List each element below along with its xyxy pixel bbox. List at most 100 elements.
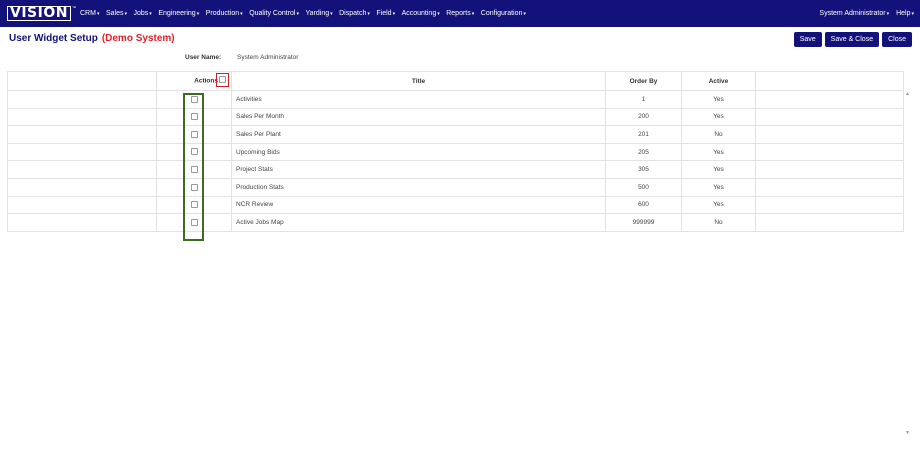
- header-actions: Actions: [156, 71, 232, 91]
- table-row: Activities 1 Yes: [7, 90, 904, 109]
- row-active: No: [681, 125, 756, 144]
- header-spacer: [7, 71, 157, 91]
- row-order: 200: [605, 107, 682, 127]
- table-row: Active Jobs Map 999999 No: [7, 213, 904, 232]
- nav-accounting[interactable]: Accounting▾: [402, 10, 440, 17]
- widget-grid: Actions Title Order By Active Activities…: [7, 71, 904, 232]
- row-action-cell: [156, 125, 232, 144]
- row-spacer: [7, 90, 157, 109]
- header-filler: [755, 71, 904, 91]
- nav-reports[interactable]: Reports▾: [446, 10, 474, 17]
- row-checkbox[interactable]: [190, 130, 198, 138]
- row-checkbox[interactable]: [190, 166, 198, 174]
- nav-quality-control[interactable]: Quality Control▾: [249, 10, 299, 17]
- header-order-by[interactable]: Order By: [605, 71, 682, 91]
- main-menu: CRM▾ Sales▾ Jobs▾ Engineering▾ Productio…: [80, 0, 532, 27]
- row-title: Upcoming Bids: [231, 142, 606, 162]
- row-spacer: [7, 107, 157, 127]
- row-order: 500: [605, 177, 682, 197]
- caret-down-icon: ▾: [240, 11, 243, 17]
- actions-header-label: Actions: [194, 77, 218, 85]
- vision-logo[interactable]: VISION ™: [6, 5, 76, 21]
- logo-text: VISION: [7, 5, 71, 21]
- row-order: 201: [605, 125, 682, 144]
- user-name-label: User Name:: [185, 54, 222, 61]
- user-name-value: System Administrator: [237, 54, 299, 61]
- table-row: Project Stats 305 Yes: [7, 160, 904, 179]
- row-title: Active Jobs Map: [231, 213, 606, 232]
- row-spacer: [7, 177, 157, 197]
- caret-down-icon: ▾: [124, 11, 127, 17]
- table-header-row: Actions Title Order By Active: [7, 71, 904, 91]
- row-order: 999999: [605, 213, 682, 232]
- row-spacer: [7, 142, 157, 162]
- row-filler: [755, 90, 904, 109]
- row-filler: [755, 125, 904, 144]
- row-action-cell: [156, 177, 232, 197]
- row-action-cell: [156, 90, 232, 109]
- nav-jobs[interactable]: Jobs▾: [134, 10, 152, 17]
- caret-down-icon: ▾: [886, 11, 890, 17]
- row-spacer: [7, 213, 157, 232]
- row-title: Project Stats: [231, 160, 606, 179]
- row-checkbox[interactable]: [190, 201, 198, 209]
- row-action-cell: [156, 195, 232, 215]
- row-checkbox[interactable]: [190, 113, 198, 121]
- caret-down-icon: ▾: [471, 11, 475, 17]
- demo-system-label: (Demo System): [101, 33, 175, 44]
- user-menu[interactable]: System Administrator▾: [819, 10, 889, 17]
- caret-down-icon: ▾: [911, 11, 914, 17]
- nav-field[interactable]: Field▾: [376, 10, 395, 17]
- row-active: No: [681, 213, 756, 232]
- row-spacer: [7, 125, 157, 144]
- nav-dispatch[interactable]: Dispatch▾: [339, 10, 370, 17]
- table-row: Upcoming Bids 205 Yes: [7, 142, 904, 162]
- table-row: Sales Per Month 200 Yes: [7, 107, 904, 127]
- header-title[interactable]: Title: [231, 71, 606, 91]
- row-checkbox[interactable]: [190, 218, 198, 226]
- row-title: Activities: [231, 90, 606, 109]
- caret-down-icon: ▾: [96, 11, 100, 17]
- row-filler: [755, 107, 904, 127]
- table-row: NCR Review 600 Yes: [7, 195, 904, 215]
- caret-down-icon: ▾: [296, 11, 299, 17]
- row-action-cell: [156, 213, 232, 232]
- caret-down-icon: ▾: [392, 11, 396, 17]
- page-title-text: User Widget Setup: [9, 33, 98, 44]
- row-action-cell: [156, 160, 232, 179]
- row-order: 600: [605, 195, 682, 215]
- row-checkbox[interactable]: [190, 95, 198, 103]
- table-row: Production Stats 500 Yes: [7, 177, 904, 197]
- row-spacer: [7, 160, 157, 179]
- caret-down-icon: ▾: [330, 11, 333, 17]
- nav-engineering[interactable]: Engineering▾: [158, 10, 199, 17]
- row-order: 1: [605, 90, 682, 109]
- close-button[interactable]: Close: [882, 32, 912, 47]
- scroll-down-arrow-icon[interactable]: ▼: [905, 430, 910, 436]
- nav-configuration[interactable]: Configuration▾: [481, 10, 526, 17]
- row-checkbox[interactable]: [190, 148, 198, 156]
- scroll-up-arrow-icon[interactable]: ▲: [905, 91, 910, 97]
- row-order: 205: [605, 142, 682, 162]
- help-menu[interactable]: Help▾: [896, 10, 914, 17]
- row-filler: [755, 177, 904, 197]
- row-filler: [755, 160, 904, 179]
- row-filler: [755, 142, 904, 162]
- save-and-close-button[interactable]: Save & Close: [824, 32, 880, 47]
- row-active: Yes: [681, 177, 756, 197]
- row-action-cell: [156, 142, 232, 162]
- save-button[interactable]: Save: [793, 32, 822, 47]
- nav-production[interactable]: Production▾: [206, 10, 243, 17]
- row-active: Yes: [681, 195, 756, 215]
- row-active: Yes: [681, 90, 756, 109]
- row-title: Sales Per Month: [231, 107, 606, 127]
- row-checkbox[interactable]: [190, 183, 198, 191]
- row-active: Yes: [681, 160, 756, 179]
- table-row: Sales Per Plant 201 No: [7, 125, 904, 144]
- nav-crm[interactable]: CRM▾: [80, 10, 99, 17]
- header-active[interactable]: Active: [681, 71, 756, 91]
- select-all-highlight: [216, 73, 229, 87]
- nav-yarding[interactable]: Yarding▾: [306, 10, 333, 17]
- nav-sales[interactable]: Sales▾: [106, 10, 127, 17]
- select-all-checkbox[interactable]: [219, 76, 226, 84]
